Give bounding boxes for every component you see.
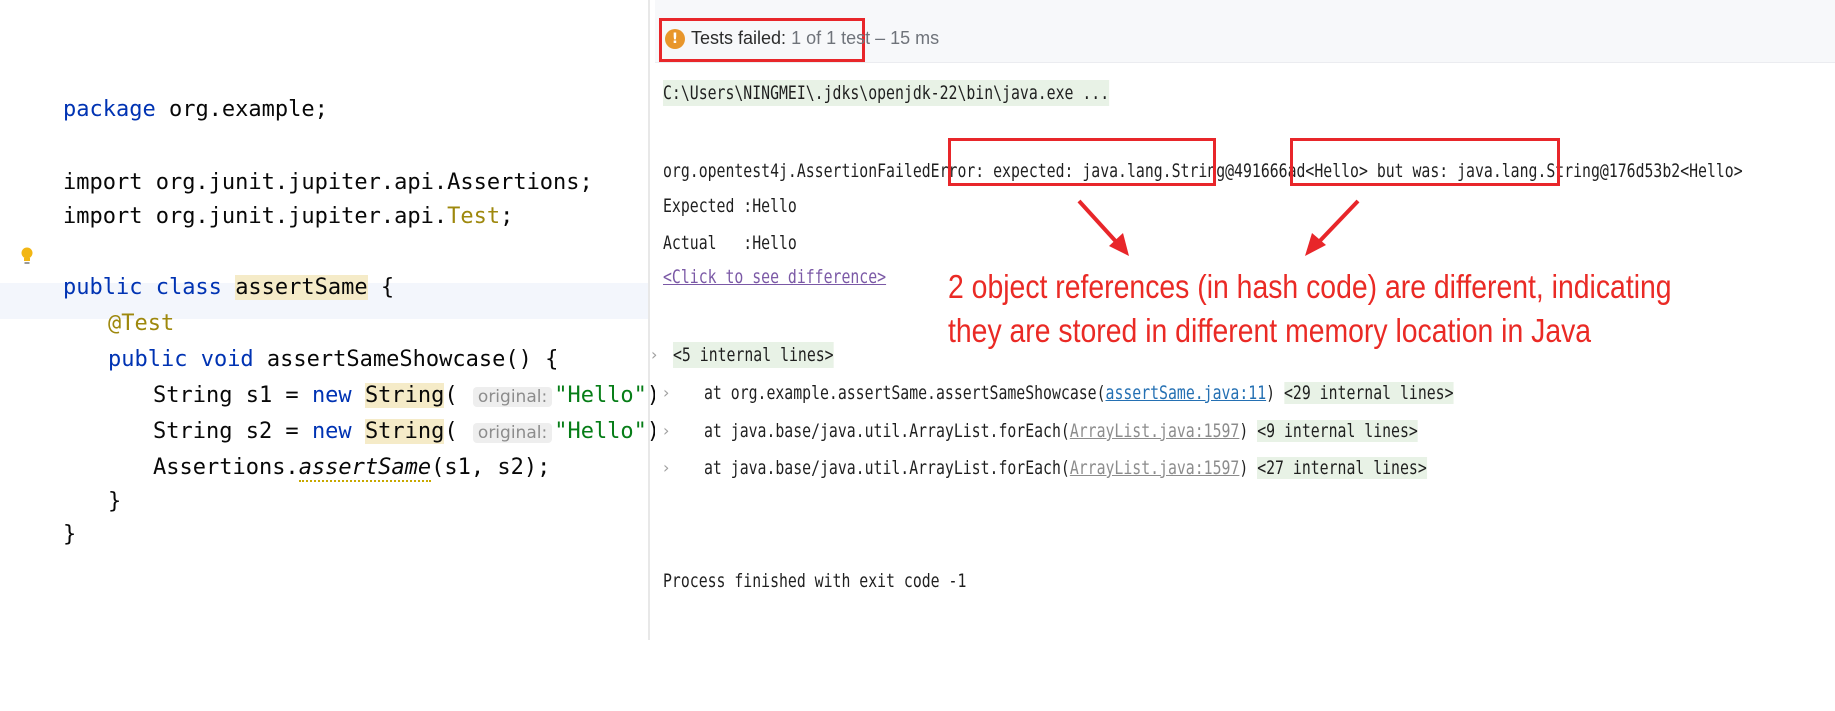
method-close-brace: } <box>107 489 122 514</box>
code-editor[interactable]: package org.example; import org.junit.ju… <box>0 0 673 711</box>
stack-frame-text: at java.base/java.util.ArrayList.forEach… <box>704 457 1070 479</box>
stack-frame-suffix: ) <box>1239 457 1249 479</box>
code-line-package[interactable]: package org.example; <box>10 68 328 152</box>
exit-code-line: Process finished with exit code -1 <box>663 570 967 592</box>
internal-lines-5[interactable]: <5 internal lines> <box>673 342 834 368</box>
package-name: org.example; <box>155 97 328 122</box>
internal-lines[interactable]: <9 internal lines> <box>1257 420 1418 442</box>
class-close-brace: } <box>62 522 77 547</box>
internal-lines[interactable]: <27 internal lines> <box>1257 457 1427 479</box>
hello-literal: "Hello" <box>554 419 647 444</box>
annotation-line-1: 2 object references (in hash code) are d… <box>948 268 1672 305</box>
import-test-prefix: import org.junit.jupiter.api. <box>62 204 448 229</box>
arrow-icon <box>1077 199 1360 256</box>
class-brace: { <box>367 275 395 300</box>
stack-frame-link[interactable]: ArrayList.java:1597 <box>1070 420 1240 442</box>
stack-frame: at org.example.assertSame.assertSameShow… <box>704 380 1454 406</box>
code-line-close-class[interactable]: } <box>10 493 76 577</box>
stack-frame: at java.base/java.util.ArrayList.forEach… <box>704 455 1427 481</box>
chevron-right-icon[interactable]: › <box>651 345 657 364</box>
editor-divider <box>648 0 650 640</box>
code-line-assert[interactable]: Assertions.assertSame(s1, s2); <box>100 426 550 510</box>
stack-frame: at java.base/java.util.ArrayList.forEach… <box>704 418 1418 444</box>
stack-frame-text: at java.base/java.util.ArrayList.forEach… <box>704 420 1070 442</box>
import-test-class: Test <box>447 204 501 229</box>
class-name[interactable]: assertSame <box>235 275 368 300</box>
chevron-right-icon[interactable]: › <box>663 421 669 440</box>
annotation-note: 2 object references (in hash code) are d… <box>948 265 1696 353</box>
stack-frame-suffix: ) <box>1239 420 1249 442</box>
semicolon: ; <box>500 204 514 229</box>
stack-frame-text: at org.example.assertSame.assertSameShow… <box>704 382 1106 404</box>
assert-same-call[interactable]: assertSame <box>298 455 432 482</box>
chevron-right-icon[interactable]: › <box>663 458 669 477</box>
assert-args: (s1, s2); <box>431 455 551 480</box>
annotation-line-2: they are stored in different memory loca… <box>948 312 1592 349</box>
stack-frame-suffix: ) <box>1266 382 1276 404</box>
assertions-class: Assertions. <box>152 455 299 480</box>
stack-frame-link[interactable]: assertSame.java:11 <box>1106 382 1267 404</box>
stack-frame-link[interactable]: ArrayList.java:1597 <box>1070 457 1240 479</box>
run-console[interactable]: ! Tests failed: 1 of 1 test – 15 ms C:\U… <box>651 0 1835 711</box>
package-keyword: package <box>62 97 156 122</box>
internal-lines[interactable]: <29 internal lines> <box>1283 382 1454 404</box>
chevron-right-icon[interactable]: › <box>663 383 669 402</box>
